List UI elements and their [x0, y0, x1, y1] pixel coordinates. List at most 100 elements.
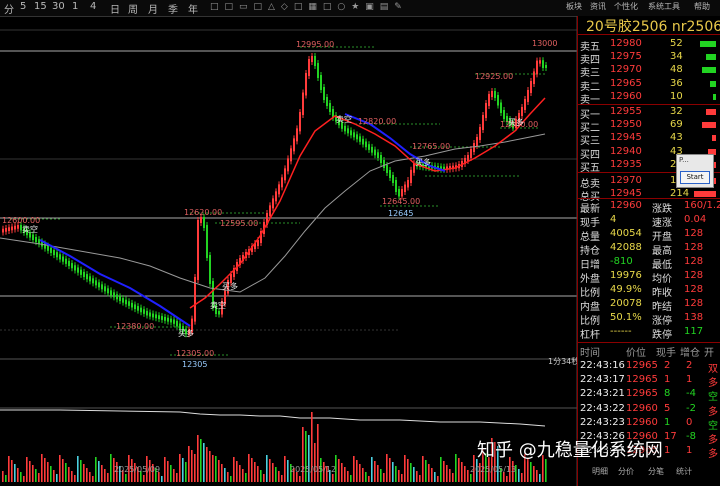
- tf-tick[interactable]: 分: [4, 1, 14, 16]
- volume-bar: [278, 471, 280, 482]
- candle: [344, 125, 346, 132]
- date-0513: 2025/05/13: [470, 465, 517, 474]
- volume-bar: [449, 469, 451, 482]
- tf-quarter[interactable]: 季: [168, 1, 178, 16]
- menu-help[interactable]: 帮助: [694, 1, 710, 12]
- stat-value: 42088: [610, 242, 642, 253]
- volume-bar: [29, 461, 31, 482]
- candles: [2, 53, 547, 338]
- label-12595: 12595.00: [220, 219, 258, 228]
- divider: [578, 342, 720, 343]
- orderbook-row[interactable]: 卖四 12975 34: [580, 51, 718, 66]
- volume-bar: [521, 473, 523, 482]
- candle: [131, 302, 133, 308]
- tf-year[interactable]: 年: [188, 1, 198, 16]
- start-button[interactable]: Start: [680, 171, 710, 184]
- kline-chart[interactable]: 12995.00 13000 12925.00 12820.00 12765.0…: [0, 16, 577, 486]
- candle: [140, 307, 142, 313]
- ob-volume-bar: [706, 54, 716, 61]
- tick-row: 22:43:16 12965 2 2 双: [580, 360, 718, 375]
- volume-bar: [95, 457, 97, 482]
- volume-bar: [383, 473, 385, 482]
- tick-qty: 2: [664, 360, 671, 371]
- volume-bar: [161, 476, 163, 482]
- volume-bar: [332, 474, 334, 482]
- ob-price: 12975: [610, 51, 642, 63]
- watermark: 知乎 @九稳量化系统网: [477, 440, 663, 461]
- tf-15[interactable]: 15: [34, 1, 47, 12]
- ob-price: 12970: [610, 64, 642, 76]
- orderbook-row[interactable]: 卖五 12980 52: [580, 38, 718, 53]
- candle: [206, 225, 208, 258]
- volume-bar: [539, 474, 541, 482]
- volume-bar: [401, 474, 403, 482]
- volume-bar: [41, 454, 43, 482]
- menu-tools[interactable]: 系统工具: [648, 1, 680, 12]
- ob-volume: 36: [670, 77, 683, 89]
- candle: [32, 234, 34, 240]
- candle: [101, 284, 103, 290]
- candle: [98, 282, 100, 288]
- label-12645a: 12645.00: [382, 197, 420, 206]
- menu-news[interactable]: 资讯: [590, 1, 606, 12]
- tf-day[interactable]: 日: [110, 1, 120, 16]
- tf-1h[interactable]: 1: [72, 1, 78, 12]
- orderbook-row[interactable]: 卖二 12965 36: [580, 77, 718, 93]
- tf-week[interactable]: 周: [128, 1, 138, 16]
- volume-bar: [56, 474, 58, 482]
- candle: [104, 286, 106, 292]
- volume-bar: [419, 475, 421, 482]
- tick-tab-button[interactable]: 明细: [592, 466, 608, 477]
- volume-bar: [83, 464, 85, 482]
- candle: [404, 184, 406, 192]
- volume-bar: [458, 458, 460, 482]
- stats-row: 内盘 20078 昨结 128: [580, 298, 718, 313]
- stat-value: 40054: [610, 228, 642, 239]
- menu-sector[interactable]: 板块: [566, 1, 582, 12]
- candle: [200, 217, 202, 223]
- volume-bar: [173, 469, 175, 482]
- ob-volume: 10: [670, 90, 683, 102]
- candle: [467, 155, 469, 161]
- stat-label: 昨收: [652, 288, 672, 299]
- tf-5[interactable]: 5: [20, 1, 26, 12]
- candle: [503, 110, 505, 119]
- candle: [110, 290, 112, 296]
- volume-bar: [32, 465, 34, 482]
- tf-4h[interactable]: 4: [90, 1, 96, 12]
- candle: [89, 276, 91, 282]
- volume-bar: [416, 471, 418, 482]
- date-0512: 2025/05/12: [290, 465, 337, 474]
- ob-price: 12970: [610, 175, 642, 186]
- volume-bar: [77, 456, 79, 482]
- candle: [320, 75, 322, 90]
- label-12380: 12380.00: [116, 322, 154, 331]
- ob-volume: 34: [670, 51, 683, 63]
- orderbook-row[interactable]: 卖一 12960 10: [580, 90, 718, 106]
- stats-row: 持仓 42088 最高 128: [580, 242, 718, 257]
- tick-type: 多: [708, 435, 718, 446]
- orderbook-row[interactable]: 买一 12955 32: [580, 106, 718, 121]
- tf-month[interactable]: 月: [148, 1, 158, 16]
- stat-value: ------: [610, 326, 632, 337]
- tick-tab-button[interactable]: 分价: [618, 466, 634, 477]
- stat-label: 最低: [652, 260, 672, 271]
- orderbook-row[interactable]: 卖三 12970 48: [580, 64, 718, 79]
- candle: [377, 152, 379, 158]
- candle: [500, 102, 502, 113]
- volume-bar: [356, 460, 358, 482]
- tick-header-cell: 时间: [580, 348, 600, 359]
- orderbook-row[interactable]: 买三 12945 43: [580, 132, 718, 147]
- orderbook-row[interactable]: 买二 12950 69: [580, 119, 718, 134]
- tf-30[interactable]: 30: [52, 1, 65, 12]
- volume-bar: [74, 475, 76, 482]
- tick-tab-button[interactable]: 统计: [676, 466, 692, 477]
- tick-row: 22:43:23 12960 1 0 空: [580, 417, 718, 432]
- stat-value: 0.04: [684, 214, 707, 225]
- volume-bar: [23, 476, 25, 482]
- candle: [350, 130, 352, 136]
- candle: [125, 299, 127, 305]
- tick-tab-button[interactable]: 分笔: [648, 466, 664, 477]
- candle: [323, 87, 325, 100]
- menu-personalize[interactable]: 个性化: [614, 1, 638, 12]
